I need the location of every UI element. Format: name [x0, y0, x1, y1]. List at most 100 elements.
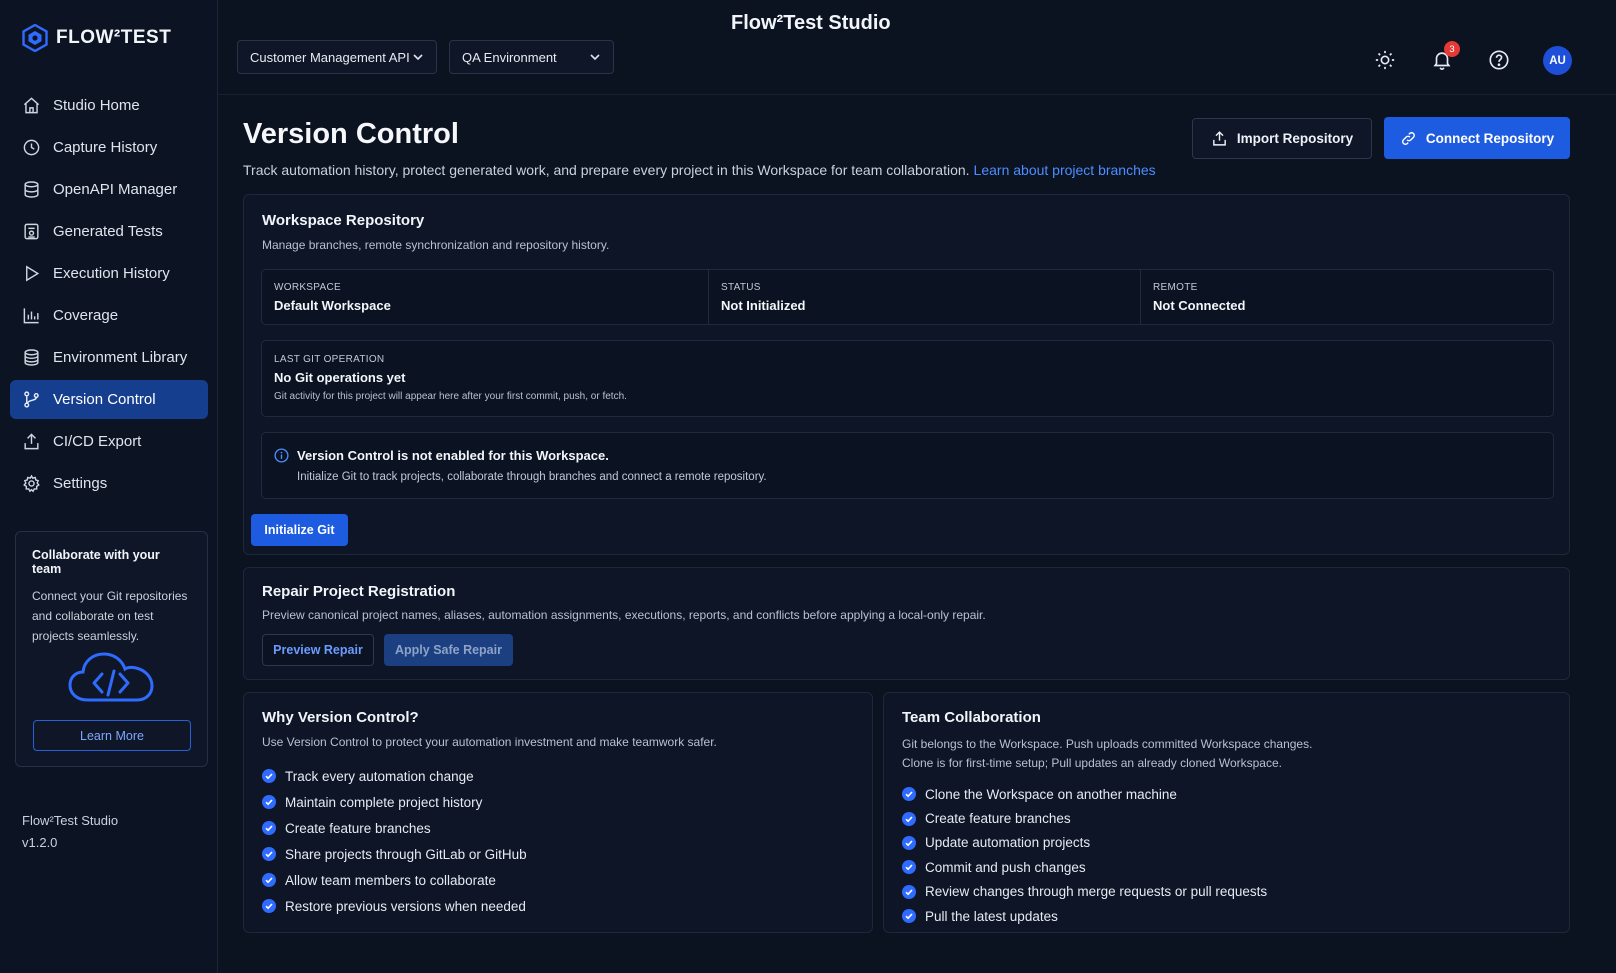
version-control-info-alert: Version Control is not enabled for this …: [261, 432, 1554, 499]
sidebar-nav: Studio Home Capture History OpenAPI Mana…: [10, 86, 208, 506]
check-circle-icon: [262, 821, 276, 835]
initialize-git-button[interactable]: Initialize Git: [251, 514, 348, 546]
sidebar-item-settings[interactable]: Settings: [10, 464, 208, 503]
check-circle-icon: [902, 909, 916, 924]
list-item: Commit and push changes: [902, 855, 1267, 879]
learn-more-button[interactable]: Learn More: [33, 720, 191, 751]
sidebar-item-coverage[interactable]: Coverage: [10, 296, 208, 335]
sidebar-item-label: Capture History: [53, 139, 158, 156]
sidebar-item-label: Settings: [53, 475, 108, 492]
stat-status: STATUS Not Initialized: [709, 270, 1141, 324]
help-button[interactable]: [1487, 48, 1511, 72]
last-git-operation-description: Git activity for this project will appea…: [274, 391, 627, 402]
import-repository-button[interactable]: Import Repository: [1192, 118, 1372, 159]
sidebar-item-openapi-manager[interactable]: OpenAPI Manager: [10, 170, 208, 209]
stat-value: Not Connected: [1153, 298, 1246, 313]
help-circle-icon: [1489, 50, 1509, 70]
last-git-operation: LAST GIT OPERATION No Git operations yet…: [261, 340, 1554, 417]
check-circle-icon: [902, 811, 916, 826]
apply-safe-repair-button[interactable]: Apply Safe Repair: [384, 634, 513, 666]
list-item: Maintain complete project history: [262, 789, 527, 815]
list-item-label: Allow team members to collaborate: [285, 872, 496, 888]
sidebar-item-label: Generated Tests: [53, 223, 163, 240]
check-circle-icon: [262, 795, 276, 809]
list-item: Allow team members to collaborate: [262, 867, 527, 893]
list-item-label: Commit and push changes: [925, 859, 1086, 875]
upload-icon: [24, 433, 39, 450]
environment-select[interactable]: QA Environment: [449, 40, 614, 74]
page-description-text: Track automation history, protect genera…: [243, 162, 970, 178]
why-title: Why Version Control?: [262, 709, 419, 726]
list-item: Clone the Workspace on another machine: [902, 782, 1267, 806]
page-description: Track automation history, protect genera…: [243, 162, 1156, 178]
sidebar-item-capture-history[interactable]: Capture History: [10, 128, 208, 167]
app-name: Flow²Test Studio: [22, 813, 119, 828]
list-item: Create feature branches: [902, 806, 1267, 830]
preview-repair-button[interactable]: Preview Repair: [262, 634, 374, 666]
app-info: Flow²Test Studio v1.2.0: [22, 810, 118, 854]
workspace-repository-subtitle: Manage branches, remote synchronization …: [262, 238, 610, 252]
check-circle-icon: [262, 847, 276, 861]
project-select-value: Customer Management API: [250, 49, 410, 65]
sidebar-item-label: CI/CD Export: [53, 433, 142, 450]
info-alert-title: Version Control is not enabled for this …: [297, 448, 609, 463]
chevron-down-icon: [590, 54, 600, 61]
list-item-label: Create feature branches: [925, 811, 1071, 827]
list-item: Create feature branches: [262, 815, 527, 841]
last-git-operation-value: No Git operations yet: [274, 370, 406, 385]
check-circle-icon: [902, 860, 916, 875]
chevron-down-icon: [413, 54, 423, 61]
list-item: Restore previous versions when needed: [262, 893, 527, 919]
sidebar-item-version-control[interactable]: Version Control: [10, 380, 208, 419]
sidebar-item-cicd-export[interactable]: CI/CD Export: [10, 422, 208, 461]
import-repository-label: Import Repository: [1236, 131, 1354, 146]
bar-chart-icon: [23, 308, 39, 324]
sidebar-item-environment-library[interactable]: Environment Library: [10, 338, 208, 377]
connect-repository-button[interactable]: Connect Repository: [1384, 117, 1570, 159]
theme-toggle-button[interactable]: [1373, 48, 1397, 72]
notifications-button[interactable]: 3: [1430, 41, 1460, 72]
last-git-operation-label: LAST GIT OPERATION: [274, 354, 385, 365]
list-item-label: Update automation projects: [925, 835, 1091, 851]
list-item-label: Clone the Workspace on another machine: [925, 786, 1177, 802]
repository-stats: WORKSPACE Default Workspace STATUS Not I…: [261, 269, 1554, 325]
app-logo[interactable]: FLOW²TEST: [22, 24, 171, 52]
sidebar-item-label: Environment Library: [53, 349, 188, 366]
sidebar-item-label: Execution History: [53, 265, 170, 282]
team-collaboration-panel: Team Collaboration Git belongs to the Wo…: [883, 692, 1570, 933]
user-avatar[interactable]: AU: [1543, 46, 1572, 75]
list-item-label: Pull the latest updates: [925, 908, 1058, 924]
sidebar-item-generated-tests[interactable]: Generated Tests: [10, 212, 208, 251]
info-alert-description: Initialize Git to track projects, collab…: [297, 471, 767, 483]
sidebar-item-label: OpenAPI Manager: [53, 181, 178, 198]
cloud-code-icon: [68, 652, 154, 702]
check-circle-icon: [262, 769, 276, 783]
sidebar-item-label: Version Control: [53, 391, 156, 408]
stat-value: Default Workspace: [274, 298, 391, 313]
repair-title: Repair Project Registration: [262, 583, 456, 600]
stat-value: Not Initialized: [721, 298, 806, 313]
list-item-label: Restore previous versions when needed: [285, 898, 526, 914]
git-branch-icon: [24, 391, 39, 408]
list-item: Share projects through GitLab or GitHub: [262, 841, 527, 867]
list-item: Track every automation change: [262, 763, 527, 789]
stat-label: REMOTE: [1153, 282, 1198, 293]
list-item-label: Review changes through merge requests or…: [925, 884, 1268, 900]
play-icon: [26, 265, 40, 282]
page-title: Version Control: [243, 118, 459, 150]
collaborate-card-title: Collaborate with your team: [32, 548, 160, 576]
learn-about-branches-link[interactable]: Learn about project branches: [974, 162, 1156, 178]
sidebar-item-execution-history[interactable]: Execution History: [10, 254, 208, 293]
sun-icon: [1375, 50, 1395, 70]
project-select[interactable]: Customer Management API: [237, 40, 437, 74]
workspace-repository-panel: Workspace Repository Manage branches, re…: [243, 194, 1570, 555]
sidebar-item-studio-home[interactable]: Studio Home: [10, 86, 208, 125]
clock-icon: [23, 139, 40, 156]
sidebar-item-label: Studio Home: [53, 97, 140, 114]
notification-badge: 3: [1444, 41, 1460, 57]
team-title: Team Collaboration: [902, 709, 1041, 726]
hexagon-logo-icon: [22, 24, 48, 52]
check-circle-icon: [902, 884, 916, 899]
app-title: Flow²Test Studio: [731, 12, 891, 34]
environment-select-value: QA Environment: [462, 49, 557, 65]
